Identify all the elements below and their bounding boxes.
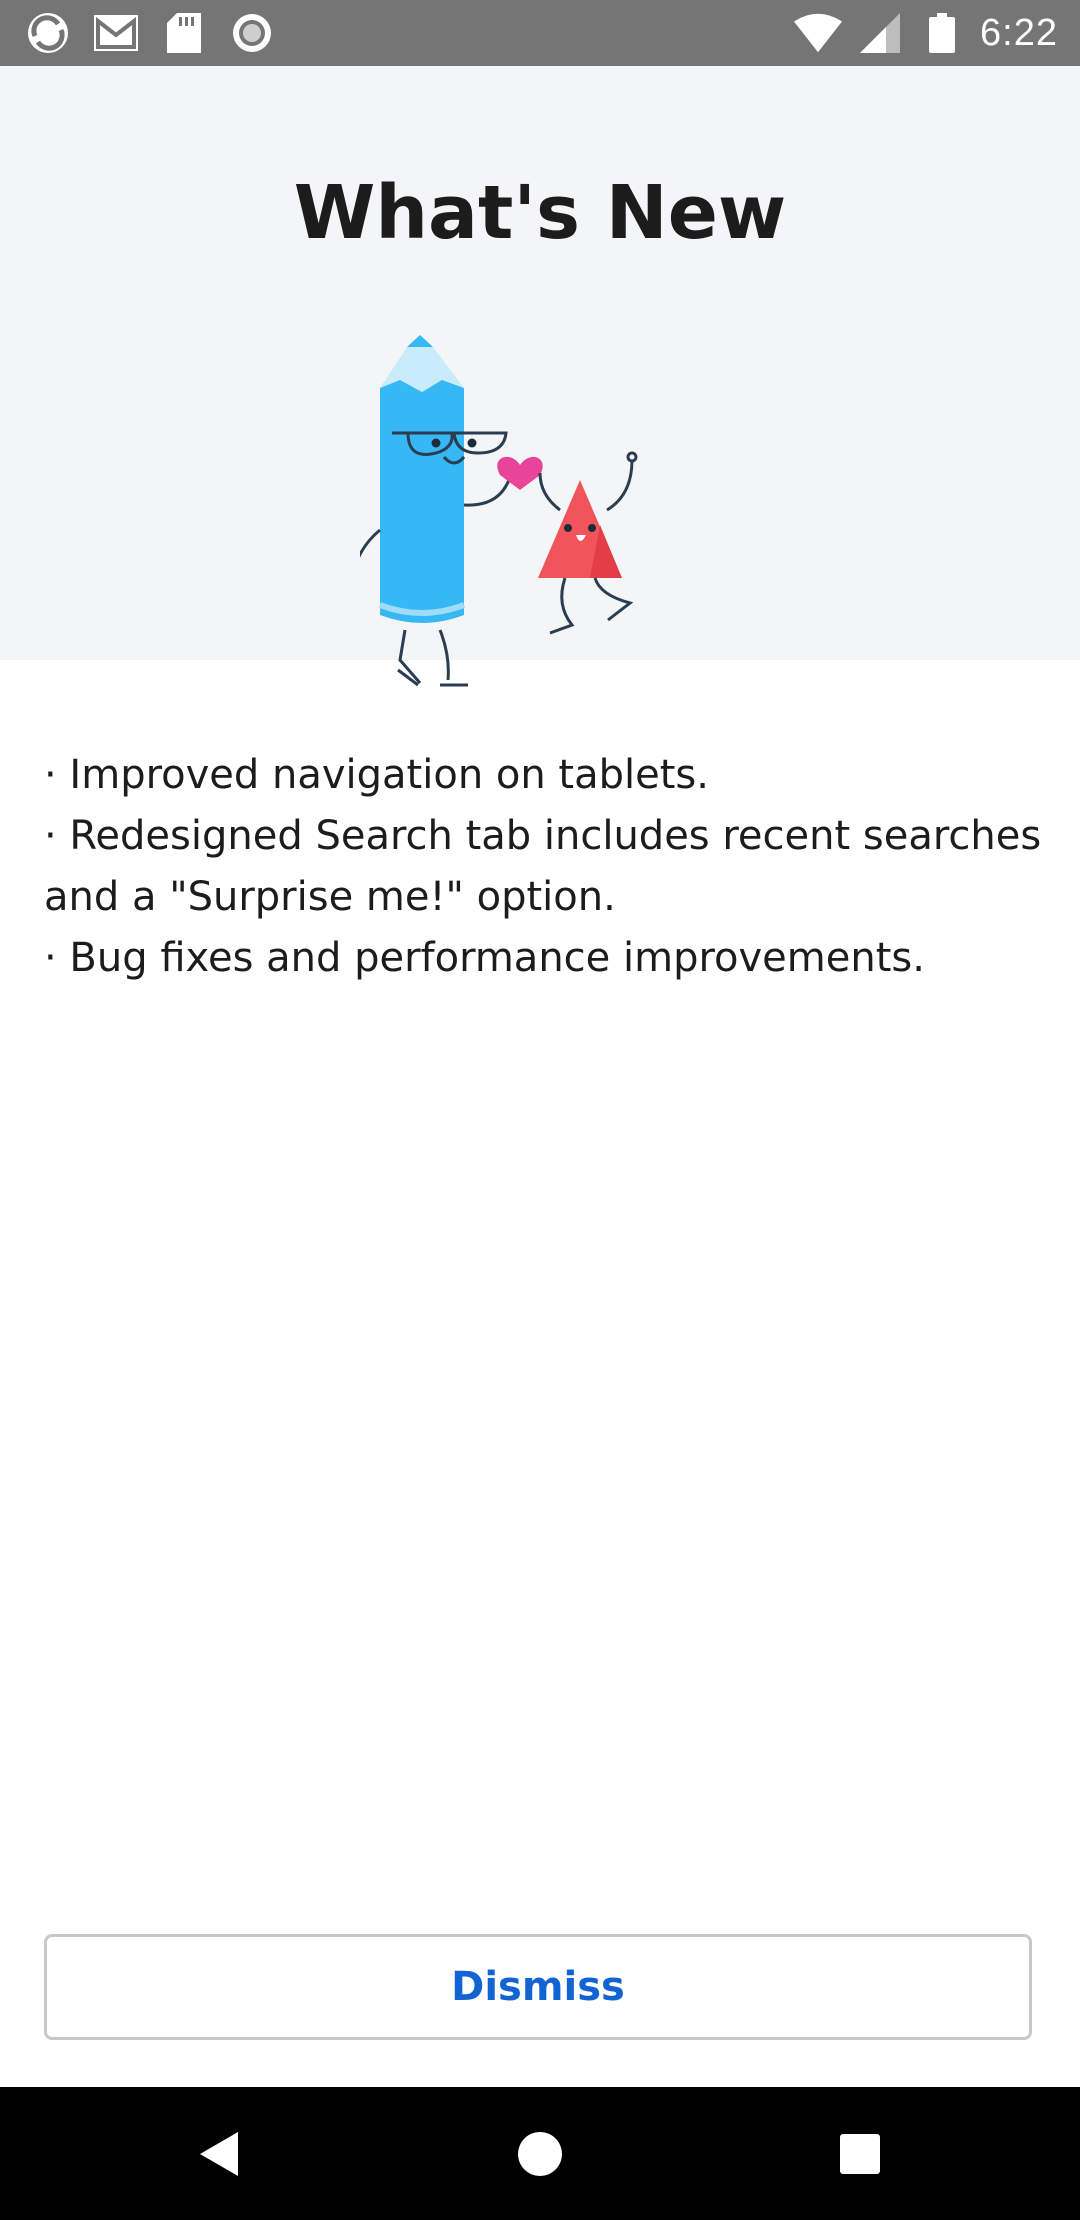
wifi-icon: [794, 10, 843, 56]
page-title: What's New: [293, 170, 787, 256]
list-item: · Improved navigation on tablets.: [44, 752, 709, 798]
status-time: 6:22: [980, 11, 1058, 54]
status-bar: 6:22: [0, 0, 1080, 66]
dismiss-button[interactable]: Dismiss: [44, 1934, 1032, 2040]
release-notes: · Improved navigation on tablets. · Rede…: [44, 745, 1044, 989]
battery-icon: [918, 10, 966, 56]
record-icon: [228, 10, 276, 56]
illustration: [346, 325, 720, 695]
back-icon[interactable]: [160, 2087, 280, 2220]
list-item: · Bug fixes and performance improvements…: [44, 935, 925, 981]
sync-icon: [24, 10, 72, 56]
cell-signal-icon: [856, 10, 904, 56]
navigation-bar: [0, 2087, 1080, 2220]
list-item: · Redesigned Search tab includes recent …: [44, 813, 1042, 920]
home-icon[interactable]: [480, 2087, 600, 2220]
gmail-icon: [92, 10, 140, 56]
sd-card-icon: [160, 10, 208, 56]
recents-icon[interactable]: [800, 2087, 920, 2220]
